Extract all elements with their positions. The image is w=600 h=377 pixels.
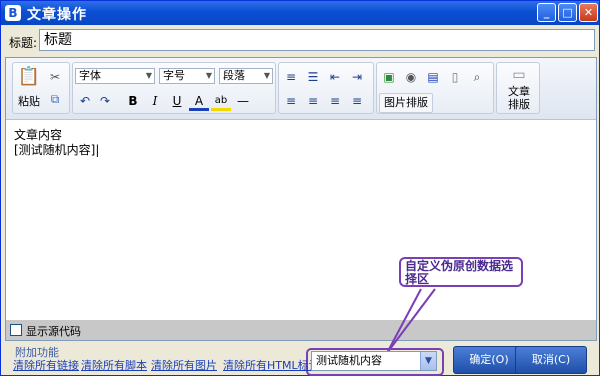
dialog-window: B 文章操作 _ □ ✕ 标题: 标题 📋 粘贴 ✂ ⧉ 字体 ▼ 字号 ▼ 段落 ▼…	[0, 0, 600, 376]
window-title: 文章操作	[27, 7, 87, 23]
underline-button[interactable]: U	[167, 91, 187, 111]
media-icon[interactable]: ◉	[401, 67, 421, 87]
clear-images-link[interactable]: 清除所有图片	[151, 357, 217, 373]
format-group: 字体 ▼ 字号 ▼ 段落 ▼ ↶ ↷ B I U A ab —	[72, 62, 276, 114]
close-button[interactable]: ✕	[579, 3, 598, 22]
layout-group: ▭ 文章 排版	[496, 62, 540, 114]
find-icon[interactable]: ⌕	[467, 67, 487, 87]
clear-links-link[interactable]: 清除所有链接	[13, 357, 79, 373]
chevron-down-icon: ▼	[205, 71, 212, 80]
article-layout-button[interactable]: 文章 排版	[499, 85, 539, 111]
chevron-down-icon: ▼	[263, 71, 270, 80]
clear-scripts-link[interactable]: 清除所有脚本	[81, 357, 147, 373]
document-icon[interactable]: ▯	[445, 67, 465, 87]
annotation-callout: 自定义伪原创数据选择区	[399, 257, 523, 287]
insert-group: ▣ ◉ ▤ ▯ ⌕ 图片排版	[376, 62, 494, 114]
redo-icon[interactable]: ↷	[95, 91, 115, 111]
title-label: 标题:	[9, 36, 38, 50]
maximize-button[interactable]: □	[558, 3, 577, 22]
copy-icon[interactable]: ⧉	[45, 89, 65, 109]
clear-html-link[interactable]: 清除所有HTML标记	[223, 357, 320, 373]
show-source-label: 显示源代码	[26, 325, 81, 338]
content-line-2: [测试随机内容]|	[14, 143, 100, 157]
highlight-button[interactable]: ab	[211, 91, 231, 111]
paragraph-select[interactable]: 段落 ▼	[219, 68, 273, 84]
chevron-down-icon: ▼	[420, 352, 436, 370]
editor-toolbar: 📋 粘贴 ✂ ⧉ 字体 ▼ 字号 ▼ 段落 ▼ ↶ ↷ B I U A ab —	[6, 58, 596, 120]
source-toggle-bar: 显示源代码	[6, 320, 596, 340]
data-source-select[interactable]: 测试随机内容 ▼	[311, 351, 437, 371]
show-source-checkbox[interactable]	[10, 324, 22, 336]
chevron-down-icon: ▼	[145, 71, 152, 80]
font-size-select[interactable]: 字号 ▼	[159, 68, 215, 84]
size-select-value: 字号	[163, 69, 185, 82]
content-line-1: 文章内容	[14, 128, 63, 142]
image-layout-button[interactable]: 图片排版	[379, 93, 433, 113]
numbered-list-icon[interactable]: ≡	[281, 67, 301, 87]
paste-icon[interactable]: 📋	[17, 67, 41, 93]
title-row: 标题: 标题	[1, 25, 599, 55]
cancel-button[interactable]: 取消(C)	[515, 346, 587, 374]
clipboard-group: 📋 粘贴 ✂ ⧉	[12, 62, 70, 114]
horizontal-rule-button[interactable]: —	[233, 91, 253, 111]
align-right-icon[interactable]: ≡	[325, 91, 345, 111]
table-icon[interactable]: ▤	[423, 67, 443, 87]
font-select-value: 字体	[79, 69, 101, 82]
bullet-list-icon[interactable]: ☰	[303, 67, 323, 87]
minimize-button[interactable]: _	[537, 3, 556, 22]
cut-icon[interactable]: ✂	[45, 67, 65, 87]
editor-content[interactable]: 文章内容 [测试随机内容]|	[14, 128, 99, 158]
bold-button[interactable]: B	[123, 91, 143, 111]
indent-icon[interactable]: ⇥	[347, 67, 367, 87]
title-bar[interactable]: B 文章操作 _ □ ✕	[1, 1, 599, 25]
paste-button[interactable]: 粘贴	[15, 93, 43, 111]
font-select[interactable]: 字体 ▼	[75, 68, 155, 84]
font-color-button[interactable]: A	[189, 91, 209, 111]
article-icon[interactable]: ▭	[509, 65, 529, 85]
paragraph-group: ≡ ☰ ⇤ ⇥ ≡ ≡ ≡ ≡	[278, 62, 374, 114]
image-icon[interactable]: ▣	[379, 67, 399, 87]
align-justify-icon[interactable]: ≡	[347, 91, 367, 111]
undo-icon[interactable]: ↶	[75, 91, 95, 111]
bottom-bar: 附加功能 清除所有链接 清除所有脚本 清除所有图片 清除所有HTML标记 测试随…	[1, 343, 599, 375]
rich-text-editor: 📋 粘贴 ✂ ⧉ 字体 ▼ 字号 ▼ 段落 ▼ ↶ ↷ B I U A ab —	[5, 57, 597, 341]
align-left-icon[interactable]: ≡	[281, 91, 301, 111]
title-input[interactable]: 标题	[39, 29, 595, 51]
align-center-icon[interactable]: ≡	[303, 91, 323, 111]
data-source-value: 测试随机内容	[316, 354, 382, 367]
paragraph-select-value: 段落	[223, 69, 245, 82]
italic-button[interactable]: I	[145, 91, 165, 111]
outdent-icon[interactable]: ⇤	[325, 67, 345, 87]
app-icon: B	[5, 5, 21, 21]
